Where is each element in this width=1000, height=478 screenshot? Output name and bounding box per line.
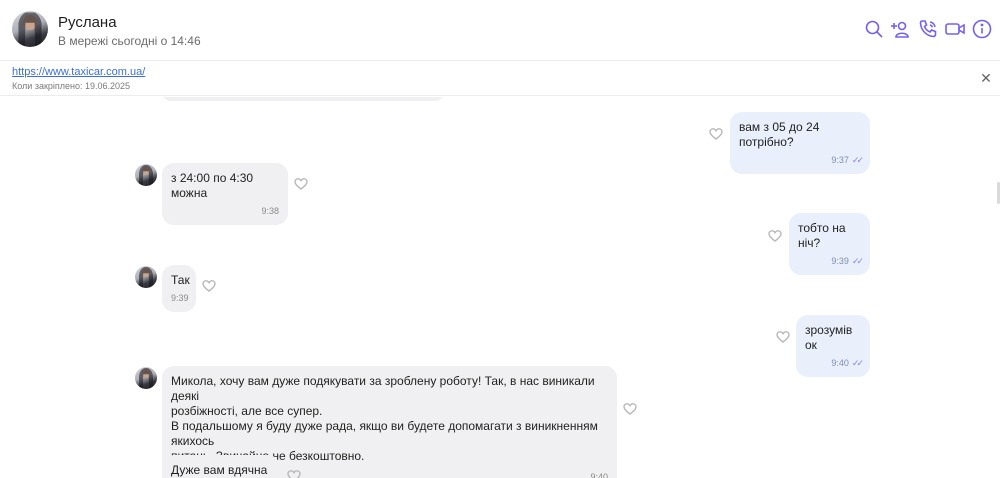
voice-call-icon[interactable] xyxy=(917,18,939,40)
like-icon[interactable] xyxy=(776,330,790,344)
message-time: 9:38 xyxy=(261,206,279,216)
like-icon[interactable] xyxy=(623,402,637,416)
message-text: вам з 05 до 24 потрібно? xyxy=(739,120,820,149)
sender-avatar[interactable] xyxy=(135,164,157,186)
message-bubble-incoming[interactable]: Дуже вам вдячна xyxy=(162,455,280,478)
read-ticks-icon: ✓✓ xyxy=(851,155,864,165)
like-icon[interactable] xyxy=(294,177,308,191)
message-text: тобто на ніч? xyxy=(798,221,846,250)
search-icon[interactable] xyxy=(863,18,885,40)
sender-avatar[interactable] xyxy=(135,266,157,288)
message-bubble-outgoing[interactable]: тобто на ніч? 9:39 ✓✓ xyxy=(789,213,870,275)
close-icon[interactable]: ✕ xyxy=(978,70,994,86)
message-time: 9:40 ✓✓ xyxy=(831,358,864,368)
contact-avatar[interactable] xyxy=(12,11,48,47)
contact-status: В мережі сьогодні о 14:46 xyxy=(58,34,201,48)
like-icon[interactable] xyxy=(202,279,216,293)
pinned-link[interactable]: https://www.taxicar.com.ua/ xyxy=(12,66,145,78)
like-icon[interactable] xyxy=(709,127,723,141)
message-text-line: розбіжності, але все супер. xyxy=(171,404,323,418)
message-bubble-partial[interactable] xyxy=(162,97,444,101)
chat-header: Руслана В мережі сьогодні о 14:46 xyxy=(0,0,1000,58)
message-text-line: В подальшому я буду дуже рада, якщо ви б… xyxy=(171,419,598,448)
message-text: зрозумів ок xyxy=(805,323,853,352)
video-call-icon[interactable] xyxy=(944,18,966,40)
pinned-date: Коли закріплено: 19.06.2025 xyxy=(12,81,131,91)
message-bubble-outgoing[interactable]: вам з 05 до 24 потрібно? 9:37 ✓✓ xyxy=(730,112,870,174)
message-time: 9:39 ✓✓ xyxy=(831,256,864,266)
message-text: Дуже вам вдячна xyxy=(171,463,268,477)
message-time: 9:37 ✓✓ xyxy=(831,155,864,165)
add-participant-icon[interactable] xyxy=(890,18,912,40)
like-icon[interactable] xyxy=(768,229,782,243)
message-time: 9:39 xyxy=(171,293,189,303)
pinned-message-bar[interactable]: https://www.taxicar.com.ua/ Коли закріпл… xyxy=(0,60,1000,96)
message-text: Так xyxy=(171,273,190,287)
message-bubble-outgoing[interactable]: зрозумів ок 9:40 ✓✓ xyxy=(796,315,870,377)
message-bubble-incoming[interactable]: з 24:00 по 4:30 можна 9:38 xyxy=(162,163,288,225)
info-icon[interactable] xyxy=(971,18,993,40)
read-ticks-icon: ✓✓ xyxy=(851,358,864,368)
message-bubble-incoming[interactable]: Так 9:39 xyxy=(162,265,196,312)
contact-name[interactable]: Руслана xyxy=(58,14,117,31)
read-ticks-icon: ✓✓ xyxy=(851,256,864,266)
like-icon[interactable] xyxy=(287,469,301,478)
message-list[interactable]: вам з 05 до 24 потрібно? 9:37 ✓✓ з 24:00 … xyxy=(0,97,1000,478)
message-text: з 24:00 по 4:30 можна xyxy=(171,171,254,200)
sender-avatar[interactable] xyxy=(135,367,157,389)
message-text-line: Микола, хочу вам дуже подякувати за зроб… xyxy=(171,374,595,403)
